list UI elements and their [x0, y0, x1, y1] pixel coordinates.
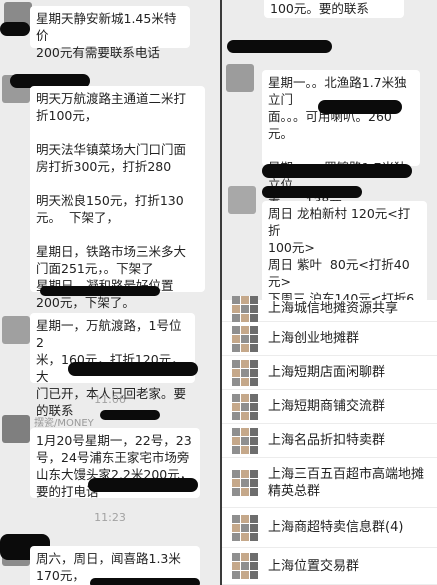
redacted-phone	[68, 362, 198, 376]
redacted-name	[0, 22, 30, 36]
group-name: 上海名品折扣特卖群	[268, 433, 386, 448]
group-name: 上海商超特卖信息群(4)	[268, 520, 404, 535]
group-name: 上海城信地摊资源共享	[268, 301, 399, 316]
redacted-phone	[262, 164, 412, 178]
group-list: 上海城信地摊资源共享 上海创业地摊群 上海短期店面闲聊群 上海短期商铺交流群 上…	[222, 295, 437, 585]
group-item[interactable]: 上海短期店面闲聊群	[222, 356, 437, 390]
message-bubble[interactable]: 明天万航渡路主通道二米打 折100元， 明天法华镇菜场大门口门面 房打折300元…	[30, 86, 205, 327]
group-item[interactable]: 上海位置交易群	[222, 548, 437, 585]
group-avatar	[232, 295, 258, 322]
redacted-name	[100, 410, 160, 420]
group-item[interactable]: 上海城信地摊资源共享	[222, 295, 437, 322]
group-item[interactable]: 上海创业地摊群	[222, 322, 437, 356]
group-avatar	[232, 469, 258, 496]
group-name: 上海创业地摊群	[268, 331, 360, 346]
redacted-name	[227, 40, 332, 53]
sender-name: 摆瓷/MONEY	[34, 418, 94, 429]
group-item[interactable]: 上海名品折扣特卖群	[222, 424, 437, 458]
avatar[interactable]	[226, 64, 254, 92]
group-name: 上海位置交易群	[268, 558, 360, 574]
group-avatar	[232, 514, 258, 541]
redacted-phone	[40, 286, 160, 296]
timestamp: 11:06	[94, 393, 126, 406]
chat-panel-right: 100元。要的联系 星期一。。北渔路1.7米独立门 面。。。可用喇叭。260 元…	[222, 0, 437, 585]
group-item[interactable]: 上海三百五百超市高端地摊 精英总群	[222, 458, 437, 508]
group-avatar	[232, 359, 258, 386]
group-name: 上海短期店面闲聊群	[268, 365, 386, 380]
group-avatar	[232, 393, 258, 420]
timestamp: 11:23	[94, 511, 126, 524]
message-bubble[interactable]: 星期一。。北渔路1.7米独立门 面。。。可用喇叭。260 元。 星期一。。罗锦路…	[262, 70, 420, 209]
avatar[interactable]	[228, 186, 256, 214]
redacted-phone	[88, 478, 198, 492]
avatar[interactable]	[2, 415, 30, 443]
avatar[interactable]	[2, 316, 30, 344]
group-avatar	[232, 553, 258, 579]
group-item[interactable]: 上海短期商铺交流群	[222, 390, 437, 424]
group-avatar	[232, 427, 258, 454]
chat-panel-left: 星期天静安新城1.45米特价 200元有需要联系电话 明天万航渡路主通道二米打 …	[0, 0, 220, 585]
group-avatar	[232, 325, 258, 352]
group-name: 上海三百五百超市高端地摊 精英总群	[268, 466, 425, 499]
redacted-phone	[318, 100, 402, 114]
message-bubble[interactable]: 周日 龙柏新村 120元<打折 100元> 周日 紫叶 80元<打折40元> 下…	[262, 201, 427, 391]
group-item[interactable]: 上海商超特卖信息群(4)	[222, 508, 437, 548]
redacted-name	[262, 186, 362, 198]
group-name: 上海短期商铺交流群	[268, 399, 386, 414]
redacted-phone	[90, 578, 200, 585]
message-bubble[interactable]: 星期天静安新城1.45米特价 200元有需要联系电话	[30, 6, 190, 60]
message-bubble[interactable]: 100元。要的联系	[264, 0, 404, 18]
